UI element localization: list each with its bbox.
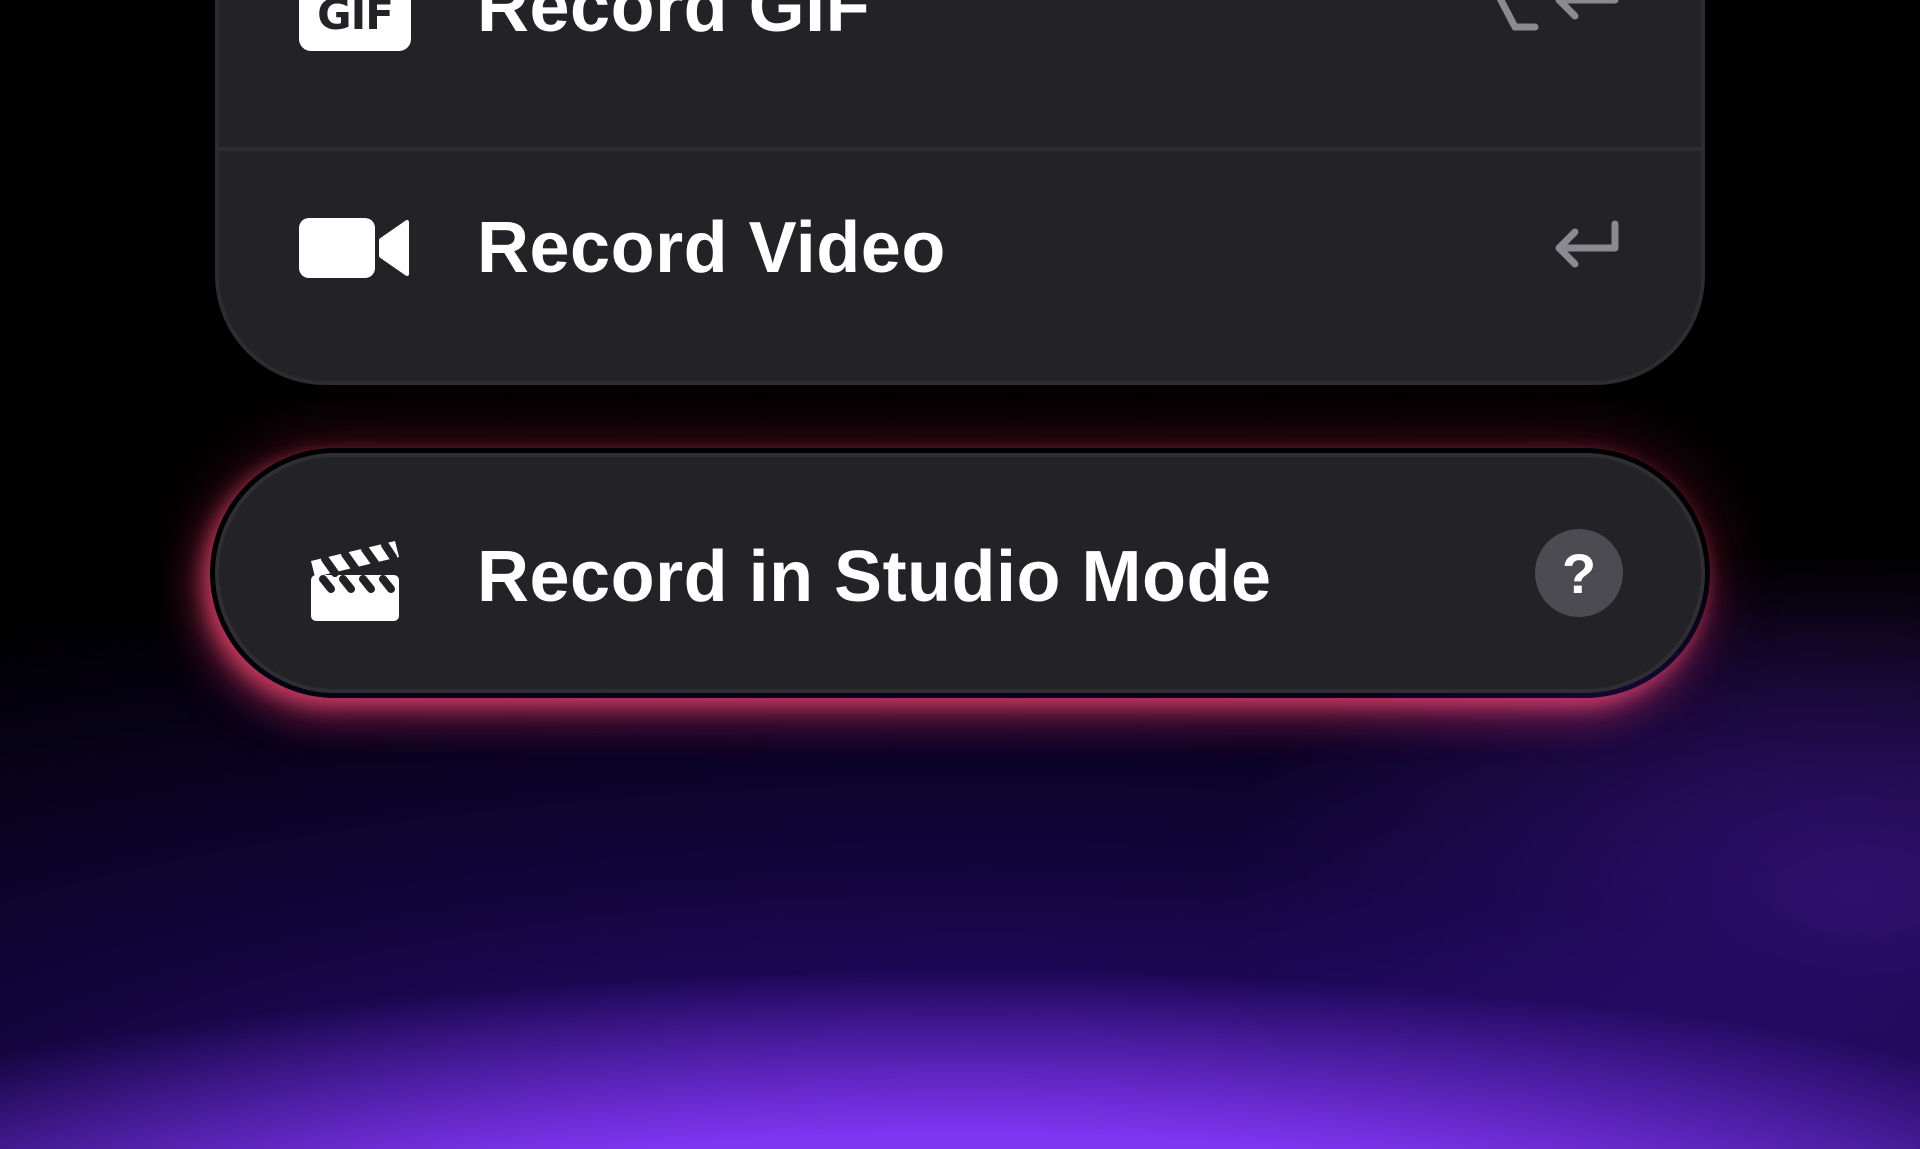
- menu-item-record-gif[interactable]: GIF Record GIF: [219, 0, 1701, 74]
- return-key-icon: [1555, 220, 1619, 268]
- gif-icon: GIF: [299, 0, 411, 54]
- option-key-icon: [1496, 0, 1539, 31]
- return-key-icon: [1555, 0, 1619, 20]
- question-mark-icon: ?: [1561, 541, 1597, 605]
- gif-badge: GIF: [299, 0, 411, 51]
- shortcut-return: [1551, 208, 1621, 288]
- shortcut-option-return: [1475, 0, 1621, 40]
- record-studio-mode-button[interactable]: Record in Studio Mode ?: [215, 453, 1705, 693]
- record-options-menu: GIF Record GIF Record Video: [215, 0, 1705, 385]
- video-camera-icon: [299, 208, 411, 288]
- menu-item-label: Record Video: [477, 208, 946, 288]
- studio-mode-label: Record in Studio Mode: [477, 537, 1272, 617]
- clapperboard-icon: [299, 537, 411, 621]
- menu-item-label: Record GIF: [477, 0, 871, 47]
- menu-item-record-video[interactable]: Record Video: [219, 188, 1701, 308]
- menu-divider: [219, 147, 1701, 151]
- help-button[interactable]: ?: [1535, 529, 1623, 617]
